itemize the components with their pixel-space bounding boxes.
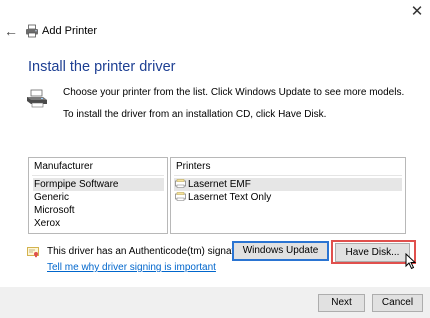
printers-listbox[interactable]: Printers Lasernet EMF Lasernet Text Only <box>170 157 406 234</box>
printer-large-icon <box>27 89 47 108</box>
mouse-cursor-icon <box>405 253 417 270</box>
printer-item-label: Lasernet EMF <box>188 179 251 190</box>
manufacturer-header: Manufacturer <box>34 161 93 172</box>
printer-icon <box>175 192 186 201</box>
signature-status-text: This driver has an Authenticode(tm) sign… <box>47 246 252 257</box>
printer-item-lasernet-emf[interactable]: Lasernet EMF <box>174 178 402 191</box>
printer-item-label: Lasernet Text Only <box>188 192 272 203</box>
driver-signing-link[interactable]: Tell me why driver signing is important <box>47 262 216 274</box>
divider <box>32 175 164 176</box>
divider <box>174 175 402 176</box>
printer-item-lasernet-text-only[interactable]: Lasernet Text Only <box>174 191 402 204</box>
windows-update-button[interactable]: Windows Update <box>232 241 329 261</box>
manufacturer-item-microsoft[interactable]: Microsoft <box>33 204 164 217</box>
next-button[interactable]: Next <box>318 294 365 312</box>
instruction-text: Choose your printer from the list. Click… <box>63 87 405 98</box>
printers-header: Printers <box>176 161 211 172</box>
back-arrow-icon[interactable]: ← <box>3 23 19 39</box>
wizard-title: Add Printer <box>42 25 98 37</box>
instruction-text-cd: To install the driver from an installati… <box>63 109 327 120</box>
manufacturer-item-formpipe[interactable]: Formpipe Software <box>33 178 164 191</box>
printer-icon <box>175 179 186 188</box>
footer-bar <box>0 287 430 318</box>
manufacturer-item-xerox[interactable]: Xerox <box>33 217 164 230</box>
have-disk-button[interactable]: Have Disk... <box>335 243 410 262</box>
close-icon[interactable]: ✕ <box>408 4 426 20</box>
manufacturer-item-generic[interactable]: Generic <box>33 191 164 204</box>
page-title: Install the printer driver <box>28 59 176 75</box>
printer-icon <box>26 24 38 38</box>
manufacturer-listbox[interactable]: Manufacturer Formpipe Software Generic M… <box>28 157 168 234</box>
cancel-button[interactable]: Cancel <box>372 294 423 312</box>
certificate-icon <box>27 247 39 258</box>
